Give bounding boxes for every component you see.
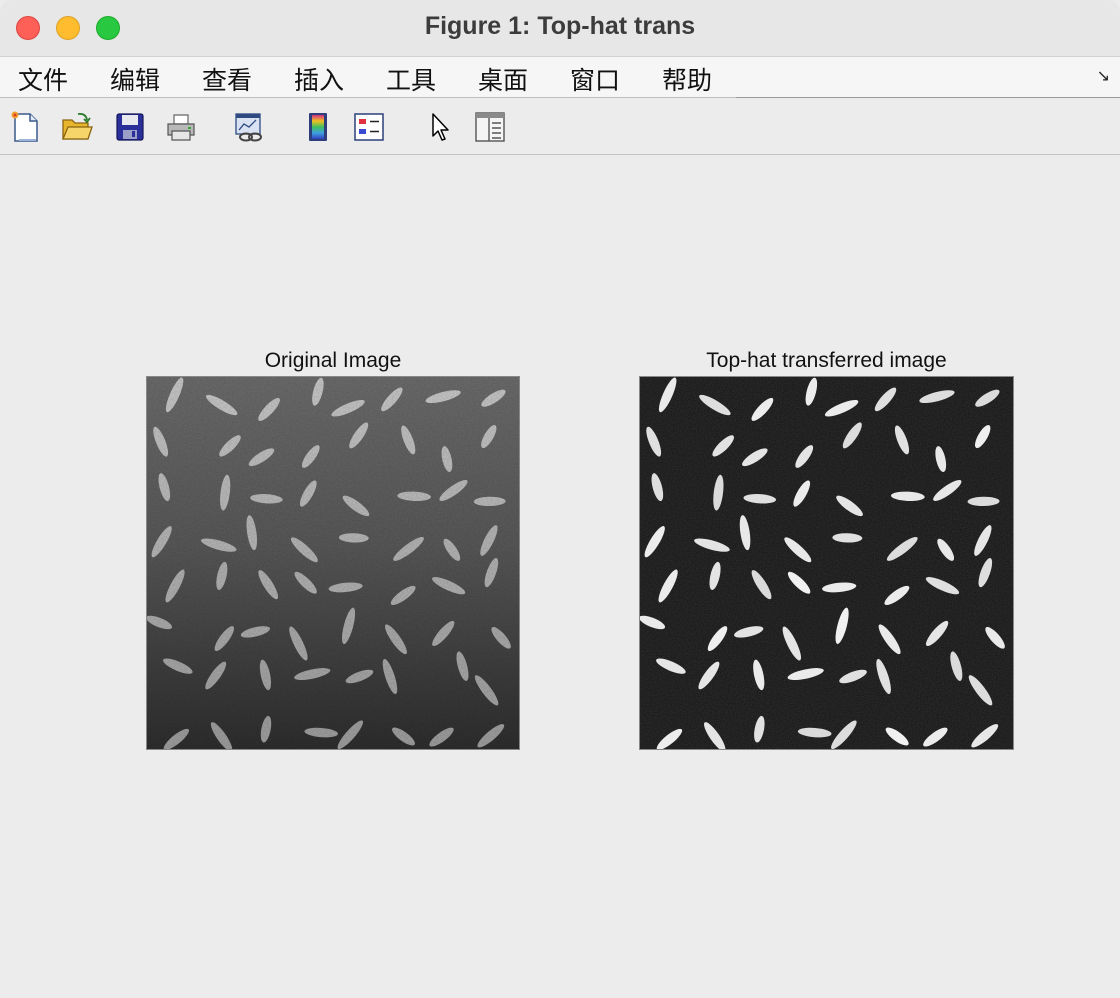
colorbar-button[interactable] (301, 110, 335, 144)
property-editor-button[interactable] (473, 110, 507, 144)
menu-bar-filler (736, 57, 1120, 98)
original-image[interactable] (146, 376, 520, 750)
link-plot-icon (235, 113, 262, 142)
open-button[interactable] (60, 110, 94, 144)
new-figure-icon (11, 111, 38, 142)
figure-toolbar (0, 98, 1120, 155)
colorbar-icon (309, 113, 327, 141)
pointer-arrow-icon (432, 113, 449, 141)
property-editor-icon (475, 112, 505, 142)
menu-help[interactable]: 帮助 (662, 61, 712, 97)
edit-plot-button[interactable] (424, 110, 458, 144)
tophat-image[interactable] (639, 376, 1014, 750)
link-plot-button[interactable] (232, 110, 266, 144)
title-bar: Figure 1: Top-hat trans (0, 0, 1120, 57)
figure-window: Figure 1: Top-hat trans 文件 编辑 查看 插入 工具 桌… (0, 0, 1120, 998)
menu-file[interactable]: 文件 (18, 61, 68, 97)
menu-bar: 文件 编辑 查看 插入 工具 桌面 窗口 帮助 (0, 57, 736, 98)
menu-edit[interactable]: 编辑 (110, 61, 160, 97)
legend-button[interactable] (352, 110, 386, 144)
menu-desktop[interactable]: 桌面 (478, 61, 528, 97)
dock-arrow-icon[interactable]: ↘ (1097, 66, 1110, 85)
tophat-image-canvas (640, 377, 1013, 749)
save-icon (116, 113, 144, 141)
print-button[interactable] (164, 110, 198, 144)
new-figure-button[interactable] (8, 110, 42, 144)
right-axes-title: Top-hat transferred image (706, 349, 947, 372)
window-title: Figure 1: Top-hat trans (424, 12, 696, 40)
legend-icon (354, 113, 384, 141)
menu-window[interactable]: 窗口 (570, 61, 620, 97)
left-axes-title: Original Image (264, 349, 402, 372)
open-folder-icon (62, 112, 93, 140)
save-button[interactable] (113, 110, 147, 144)
menu-view[interactable]: 查看 (202, 61, 252, 97)
menu-tools[interactable]: 工具 (386, 61, 436, 97)
menu-insert[interactable]: 插入 (294, 61, 344, 97)
original-image-canvas (147, 377, 519, 749)
print-icon (167, 114, 195, 141)
